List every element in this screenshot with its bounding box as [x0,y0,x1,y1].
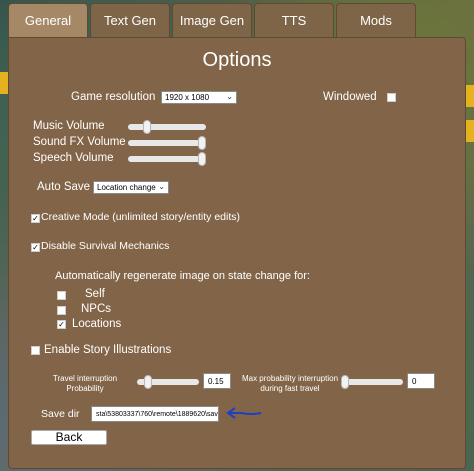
disable-survival-label: Disable Survival Mechanics [41,240,170,252]
tab-general[interactable]: General [8,3,88,37]
page-title: Options [202,49,272,71]
max-interruption-input[interactable]: 0 [407,373,435,389]
creative-mode-checkbox[interactable]: ✓ [31,214,40,223]
sound-fx-volume-label: Sound FX Volume [33,136,126,148]
travel-interruption-input[interactable]: 0.15 [203,373,231,389]
slider-handle[interactable] [198,152,206,166]
auto-save-value: Location change [97,183,156,192]
game-resolution-select[interactable]: 1920 x 1080 ⌄ [161,91,237,104]
sound-fx-volume-slider[interactable] [128,136,206,150]
windowed-label: Windowed [323,91,377,103]
slider-handle[interactable] [144,375,152,389]
tab-text-gen[interactable]: Text Gen [90,3,170,37]
disable-survival-checkbox[interactable]: ✓ [31,243,40,252]
options-panel: Options Game resolution 1920 x 1080 ⌄ Wi… [8,37,466,469]
game-resolution-value: 1920 x 1080 [165,93,210,102]
tab-mods[interactable]: Mods [336,3,416,37]
save-dir-input[interactable]: sta\53803337\760\remote\1889620\save\ [91,406,219,422]
regen-locations-label: Locations [72,318,122,330]
slider-handle[interactable] [341,375,349,389]
tab-image-gen[interactable]: Image Gen [172,3,252,37]
auto-save-select[interactable]: Location change ⌄ [93,181,169,194]
story-illustrations-label: Enable Story Illustrations [44,344,172,356]
slider-handle[interactable] [143,120,151,134]
chevron-down-icon: ⌄ [226,92,233,101]
back-button[interactable]: Back [31,430,107,445]
auto-save-label: Auto Save [37,181,91,193]
regen-self-label: Self [85,288,105,300]
regen-npcs-label: NPCs [81,303,112,315]
travel-interruption-label: Travel interruption Probability [52,374,118,393]
music-volume-label: Music Volume [33,120,105,132]
tab-tts[interactable]: TTS [254,3,334,37]
regen-self-checkbox[interactable] [57,291,66,300]
music-volume-slider[interactable] [128,120,206,134]
creative-mode-label: Creative Mode (unlimited story/entity ed… [41,211,240,223]
regen-heading: Automatically regenerate image on state … [55,270,310,282]
windowed-checkbox[interactable] [387,93,396,102]
game-resolution-label: Game resolution [71,91,156,103]
speech-volume-slider[interactable] [128,152,206,166]
arrow-left-icon [226,407,262,419]
max-interruption-slider[interactable] [341,375,403,389]
tab-bar: General Text Gen Image Gen TTS Mods [8,3,416,37]
speech-volume-label: Speech Volume [33,152,114,164]
chevron-down-icon: ⌄ [158,182,165,191]
regen-npcs-checkbox[interactable] [57,306,66,315]
max-interruption-label: Max probability interruption during fast… [241,374,339,393]
story-illustrations-checkbox[interactable] [31,346,40,355]
save-dir-label: Save dir [41,408,80,420]
regen-locations-checkbox[interactable]: ✓ [57,320,66,329]
slider-handle[interactable] [198,136,206,150]
travel-interruption-slider[interactable] [137,375,199,389]
